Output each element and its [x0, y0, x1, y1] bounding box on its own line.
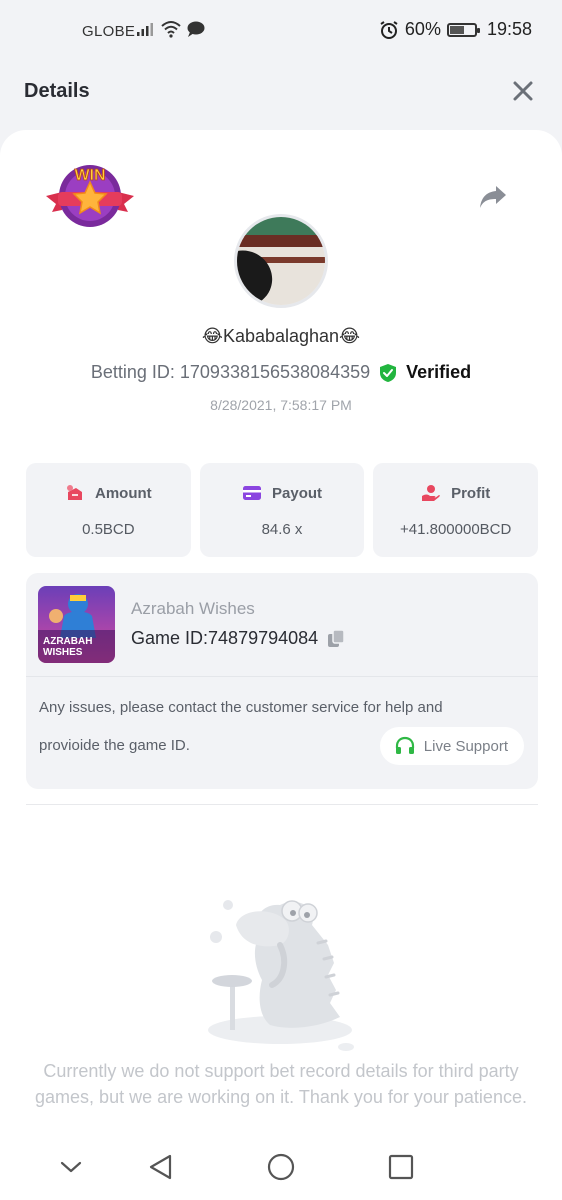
nav-collapse-button[interactable] — [56, 1152, 86, 1182]
empty-state-message: Currently we do not support bet record d… — [35, 1061, 527, 1107]
battery-percent: 60% — [404, 19, 441, 39]
win-badge: WIN — [44, 160, 136, 232]
amount-card: Amount 0.5BCD — [26, 463, 191, 557]
share-button[interactable] — [478, 184, 508, 210]
avatar-photo — [237, 217, 325, 305]
bet-datetime: 8/28/2021, 7:58:17 PM — [210, 397, 352, 413]
help-text-line1: Any issues, please contact the customer … — [39, 699, 443, 716]
game-id-label: Game ID: — [131, 628, 209, 648]
game-name: Azrabah Wishes — [131, 599, 255, 618]
payout-value: 84.6 x — [261, 521, 303, 538]
amount-value: 0.5BCD — [82, 521, 135, 538]
status-right: 60% 19:58 — [379, 19, 532, 40]
battery-fill — [449, 25, 465, 34]
battery-icon — [446, 22, 480, 37]
live-support-label: Live Support — [423, 737, 508, 755]
help-text-line2: provioide the game ID. — [39, 737, 190, 754]
username: 😂Kababalaghan😂 — [201, 326, 361, 346]
close-icon — [513, 81, 533, 101]
copy-icon[interactable] — [326, 628, 346, 649]
status-bar: GLOBE 60% 19:58 — [0, 0, 562, 58]
alarm-icon — [380, 20, 398, 39]
verified-label: Verified — [406, 362, 472, 382]
stat-cards: Amount 0.5BCD Payout 84.6 x Profit +41.8… — [26, 463, 539, 557]
profit-value: +41.800000BCD — [400, 521, 512, 538]
game-thumbnail[interactable]: AZRABAH WISHES — [38, 586, 115, 663]
crocodile-mascot-icon — [208, 900, 354, 1051]
carrier-label: GLOBE — [82, 23, 136, 40]
betting-id-row: Betting ID: 1709338156538084359 Verified — [0, 362, 562, 383]
back-triangle-icon — [149, 1154, 172, 1180]
wifi-icon — [161, 21, 181, 38]
recents-square-icon — [388, 1154, 414, 1180]
profit-label: Profit — [451, 484, 491, 502]
game-card-divider — [26, 676, 538, 677]
message-icon — [187, 21, 205, 37]
home-circle-icon — [267, 1153, 295, 1181]
win-badge-icon: WIN — [46, 165, 134, 227]
payout-label: Payout — [272, 484, 323, 502]
amount-icon — [67, 485, 82, 500]
headset-icon — [395, 736, 414, 754]
nav-back-button[interactable] — [146, 1152, 176, 1182]
game-id-value: 74879794084 — [208, 628, 319, 648]
details-header: Details — [0, 58, 562, 128]
page-title: Details — [24, 80, 90, 102]
section-divider — [26, 804, 538, 805]
nav-recents-button[interactable] — [386, 1152, 416, 1182]
verified-shield-icon — [380, 363, 397, 382]
game-thumb-line2: WISHES — [43, 647, 83, 658]
system-nav-bar — [0, 1138, 562, 1200]
win-badge-text: WIN — [74, 167, 105, 184]
amount-label: Amount — [95, 484, 152, 502]
signal-icon — [137, 23, 153, 36]
game-card: AZRABAH WISHES Azrabah Wishes Game ID:74… — [26, 573, 538, 789]
live-support-button[interactable]: Live Support — [379, 727, 524, 765]
profit-card: Profit +41.800000BCD — [373, 463, 539, 557]
game-thumbnail-art: AZRABAH WISHES — [38, 586, 115, 663]
details-sheet: WIN 😂Kababalaghan😂 Betting ID: 170933815… — [0, 130, 562, 1200]
payout-card-icon — [243, 486, 261, 500]
profit-hand-icon — [422, 485, 440, 501]
betting-id: Betting ID: 1709338156538084359 — [90, 362, 371, 382]
status-icons — [136, 20, 206, 38]
close-button[interactable] — [510, 78, 536, 104]
crocodile-illustration — [200, 885, 360, 1055]
game-thumb-line1: AZRABAH — [43, 636, 92, 647]
chevron-down-icon — [60, 1161, 82, 1173]
payout-card: Payout 84.6 x — [199, 463, 365, 557]
avatar — [234, 214, 328, 308]
nav-home-button[interactable] — [266, 1152, 296, 1182]
game-id-row: Game ID:74879794084 — [131, 628, 346, 649]
clock: 19:58 — [486, 19, 532, 39]
share-icon — [480, 186, 506, 208]
